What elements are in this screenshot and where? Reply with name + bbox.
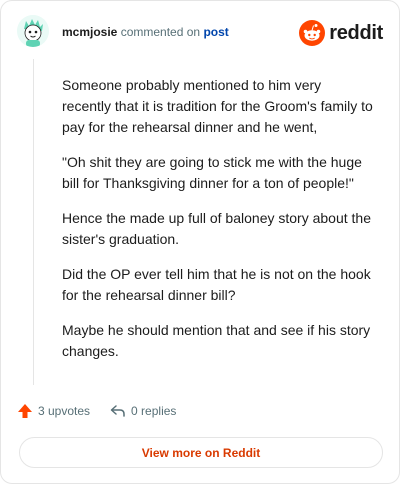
comment-paragraph: "Oh shit they are going to stick me with…: [62, 154, 362, 191]
reply-button[interactable]: 0 replies: [110, 403, 176, 419]
upvote-count: 3 upvotes: [38, 404, 91, 418]
comment-header: mcmjosie commented on post reddit: [17, 15, 383, 55]
username[interactable]: mcmjosie: [62, 25, 117, 39]
reddit-snoo-icon: [299, 20, 326, 46]
avatar-icon: [17, 15, 49, 47]
comment-actions: 3 upvotes 0 replies: [17, 401, 196, 421]
comment-body: Someone probably mentioned to him very r…: [62, 75, 374, 376]
comment-paragraph: Did the OP ever tell him that he is not …: [62, 266, 371, 303]
reddit-wordmark: reddit: [329, 21, 383, 44]
comment-paragraph: Maybe he should mention that and see if …: [62, 322, 371, 359]
post-link[interactable]: post: [203, 25, 228, 39]
comment-paragraph: Hence the made up full of baloney story …: [62, 210, 371, 247]
upvote-button[interactable]: 3 upvotes: [17, 403, 90, 419]
embed-card: mcmjosie commented on post reddit Someon…: [0, 0, 400, 484]
reply-count: 0 replies: [131, 404, 177, 418]
thread-line: [33, 59, 34, 385]
comment-meta: mcmjosie commented on post: [62, 25, 229, 39]
comment-paragraph: Someone probably mentioned to him very r…: [62, 77, 373, 135]
avatar[interactable]: [17, 15, 49, 47]
action-text: commented on: [120, 25, 201, 39]
reddit-brand[interactable]: reddit: [299, 19, 383, 47]
reply-icon: [110, 405, 125, 417]
view-more-button[interactable]: View more on Reddit: [19, 437, 383, 468]
upvote-arrow-icon: [18, 404, 32, 418]
